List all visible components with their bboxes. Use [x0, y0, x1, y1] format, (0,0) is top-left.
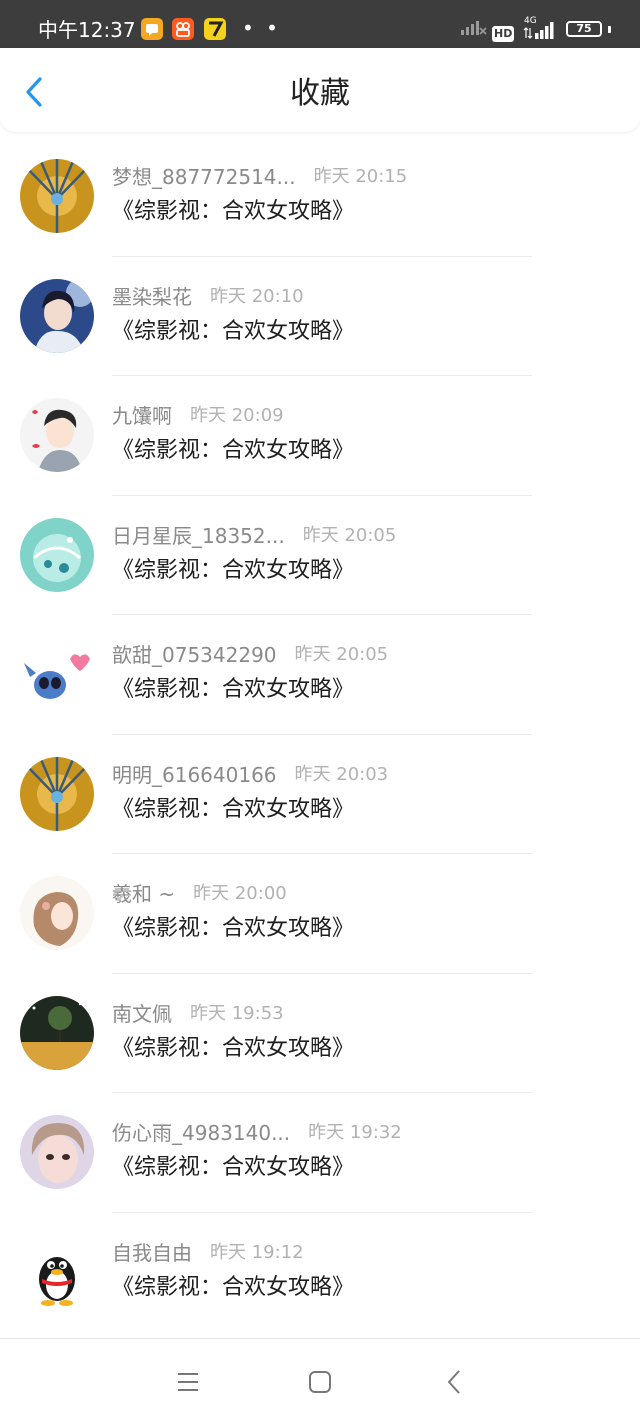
timestamp: 昨天 19:53 [190, 1002, 284, 1024]
mobile-signal-icon: 4G [522, 16, 558, 46]
timestamp: 昨天 20:15 [313, 166, 408, 187]
book-title: 《综影视：合欢女攻略》 [112, 1035, 355, 1061]
list-item[interactable]: 自我自由 昨天 19:12 《综影视：合欢女攻略》 [0, 1213, 640, 1333]
timestamp: 昨天 19:12 [210, 1241, 304, 1263]
timestamp: 昨天 20:00 [193, 883, 287, 904]
nickname: 九馕啊 [112, 404, 172, 428]
signal-icon [459, 14, 487, 42]
back-triangle-icon [448, 1370, 460, 1394]
book-title: 《综影视：合欢女攻略》 [112, 438, 355, 463]
nickname: 南文佩 [112, 1001, 172, 1026]
hd-label: HD [492, 26, 515, 42]
nickname: 自我自由 [112, 1240, 192, 1265]
timestamp: 昨天 20:05 [302, 524, 397, 546]
nickname: 梦想_887772514... [112, 165, 296, 189]
system-nav-bar [0, 1338, 640, 1423]
timestamp: 昨天 19:32 [308, 1122, 402, 1143]
avatar [20, 1234, 94, 1309]
nickname: 歆甜_075342290 [112, 643, 277, 667]
avatar [20, 278, 94, 353]
timestamp: 昨天 20:05 [294, 644, 389, 665]
list-item[interactable]: 南文佩 昨天 19:53 《综影视：合欢女攻略》 [0, 974, 640, 1093]
nickname: 明明_616640166 [112, 762, 277, 787]
menu-button[interactable] [168, 1365, 208, 1399]
list-item[interactable]: 明明_616640166 昨天 20:03 《综影视：合欢女攻略》 [0, 735, 640, 854]
page-title: 收藏 [290, 76, 350, 111]
nickname: 日月星辰_18352... [112, 523, 285, 548]
book-title: 《综影视：合欢女攻略》 [112, 796, 355, 822]
nickname: 墨染梨花 [112, 284, 192, 309]
avatar [20, 995, 94, 1070]
list-item[interactable]: 梦想_887772514... 昨天 20:15 《综影视：合欢女攻略》 [0, 137, 640, 257]
network-label: 4G [524, 16, 537, 26]
seven-app-icon [204, 18, 226, 40]
message-app-icon [141, 18, 163, 40]
book-title: 《综影视：合欢女攻略》 [112, 916, 355, 941]
home-square-icon [309, 1371, 331, 1393]
status-time: 中午12:37 [38, 18, 136, 42]
home-button[interactable] [300, 1365, 340, 1399]
status-bar: 中午12:37 • • HD 4G 75 [0, 0, 640, 48]
battery-level: 75 [576, 22, 592, 35]
nickname: 伤心雨_4983140... [112, 1121, 291, 1145]
menu-icon [178, 1373, 198, 1391]
list-item[interactable]: 伤心雨_4983140... 昨天 19:32 《综影视：合欢女攻略》 [0, 1093, 640, 1213]
list-item[interactable]: 九馕啊 昨天 20:09 《综影视：合欢女攻略》 [0, 376, 640, 496]
avatar [20, 1115, 94, 1189]
book-title: 《综影视：合欢女攻略》 [112, 677, 355, 702]
video-app-icon [172, 18, 194, 40]
avatar [20, 756, 94, 831]
nickname: 羲和 ~ [112, 882, 176, 906]
avatar [20, 398, 94, 472]
avatar [20, 159, 94, 233]
book-title: 《综影视：合欢女攻略》 [112, 1155, 355, 1180]
book-title: 《综影视：合欢女攻略》 [112, 1274, 355, 1300]
hd-badge: HD [492, 22, 515, 42]
timestamp: 昨天 20:03 [294, 763, 389, 785]
timestamp: 昨天 20:09 [190, 405, 284, 426]
book-title: 《综影视：合欢女攻略》 [112, 199, 355, 224]
book-title: 《综影视：合欢女攻略》 [112, 557, 355, 583]
list-item[interactable]: 羲和 ~ 昨天 20:00 《综影视：合欢女攻略》 [0, 854, 640, 974]
list-item[interactable]: 日月星辰_18352... 昨天 20:05 《综影视：合欢女攻略》 [0, 496, 640, 615]
avatar [20, 876, 94, 950]
favorites-list: 梦想_887772514... 昨天 20:15 《综影视：合欢女攻略》 墨染梨花… [0, 137, 640, 1337]
battery-icon: 75 [566, 21, 612, 41]
avatar [20, 637, 94, 711]
avatar [20, 517, 94, 592]
list-item[interactable]: 墨染梨花 昨天 20:10 《综影视：合欢女攻略》 [0, 257, 640, 376]
system-back-button[interactable] [434, 1365, 474, 1399]
header: 收藏 [0, 48, 640, 132]
book-title: 《综影视：合欢女攻略》 [112, 318, 355, 344]
status-more-dots: • • [242, 16, 281, 40]
list-item[interactable]: 歆甜_075342290 昨天 20:05 《综影视：合欢女攻略》 [0, 615, 640, 735]
timestamp: 昨天 20:10 [210, 285, 304, 307]
